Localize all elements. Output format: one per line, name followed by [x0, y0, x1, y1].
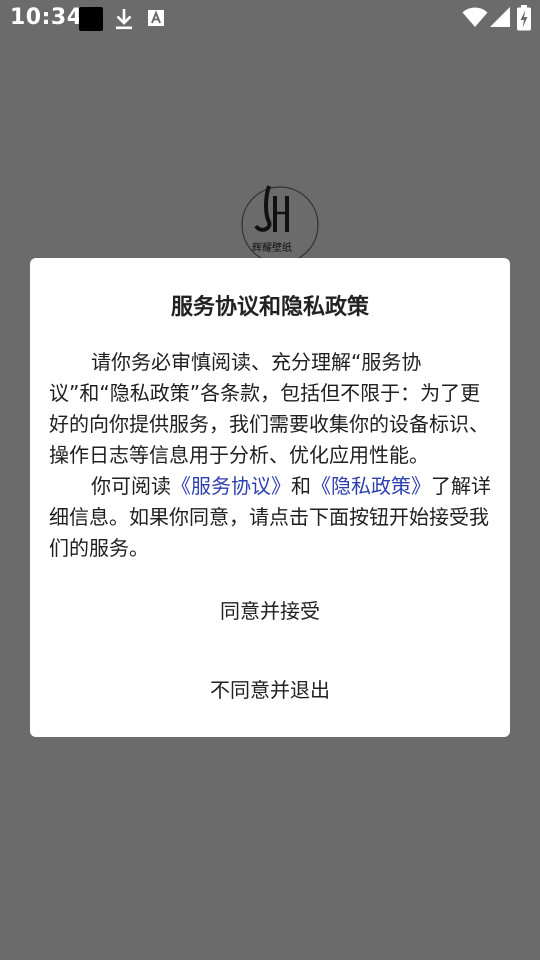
agree-button[interactable]: 同意并接受 — [30, 595, 510, 624]
app-logo-text: 辉耀壁纸 — [252, 241, 292, 254]
status-time: 10:34 — [10, 5, 83, 30]
dialog-paragraph-1: 请你务必审慎阅读、充分理解“服务协议”和“隐私政策”各条款，包括但不限于：为了更… — [49, 347, 492, 471]
dialog-paragraph-2: 你可阅读《服务协议》和《隐私政策》了解详细信息。如果你同意，请点击下面按钮开始接… — [49, 471, 492, 564]
signal-icon — [489, 6, 511, 32]
paragraph-1-text: 请你务必审慎阅读、充分理解“服务协议”和“隐私政策”各条款，包括但不限于：为了更… — [49, 350, 489, 467]
download-icon — [114, 7, 134, 35]
battery-charging-icon — [517, 5, 531, 35]
black-square-icon — [79, 7, 103, 35]
app-logo: 辉耀壁纸 — [239, 178, 321, 264]
status-bar: 10:34 — [0, 0, 540, 38]
font-a-icon — [147, 7, 165, 33]
paragraph-2-prefix: 你可阅读 — [91, 474, 171, 498]
dialog-title: 服务协议和隐私政策 — [170, 295, 369, 320]
service-agreement-link[interactable]: 《服务协议》 — [171, 474, 291, 498]
disagree-button[interactable]: 不同意并退出 — [30, 674, 510, 703]
wifi-icon — [462, 6, 488, 32]
paragraph-2-middle: 和 — [291, 474, 311, 498]
privacy-policy-link[interactable]: 《隐私政策》 — [311, 474, 431, 498]
